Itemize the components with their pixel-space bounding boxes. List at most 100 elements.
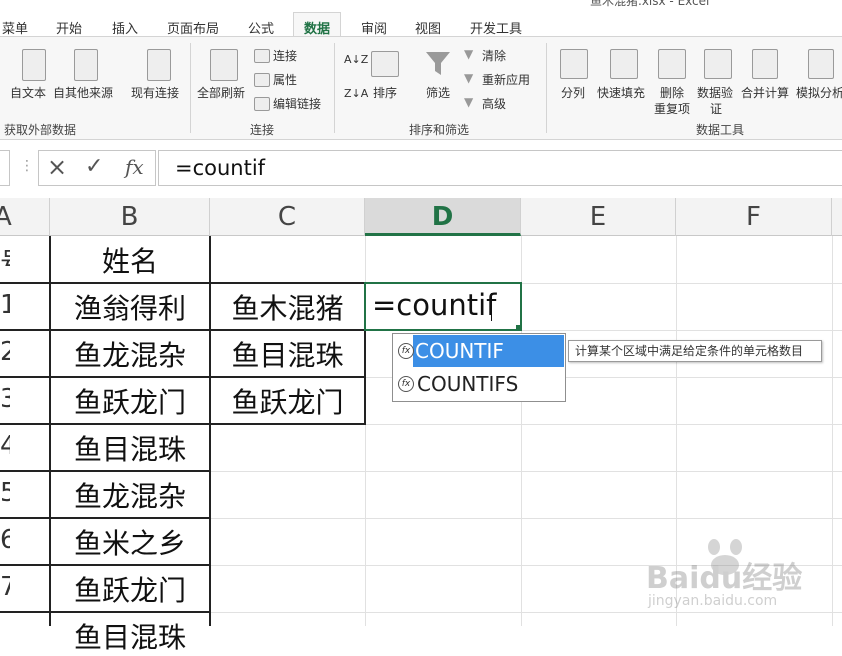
cell-a8[interactable]: 7	[0, 572, 10, 602]
cell-a5[interactable]: 4	[0, 431, 10, 461]
fill-handle[interactable]	[516, 325, 522, 331]
formula-bar: ⋮ × ✓ fx =countif	[0, 148, 842, 188]
cell-b4[interactable]: 鱼跃龙门	[50, 381, 210, 421]
clear-label: 清除	[482, 49, 507, 63]
edit-links-label: 编辑链接	[273, 97, 322, 111]
group-connections: 连接	[250, 123, 275, 137]
tab-page-layout[interactable]: 页面布局	[167, 18, 219, 37]
refresh-icon	[210, 49, 238, 81]
formula-text: =countif	[175, 156, 266, 180]
cell-b6[interactable]: 鱼龙混杂	[50, 475, 210, 515]
sort-icon	[371, 51, 399, 77]
document-icon	[22, 49, 46, 81]
active-cell-d2[interactable]: =countif	[364, 282, 522, 331]
tab-view[interactable]: 视图	[415, 18, 441, 37]
column-header-e[interactable]: E	[521, 198, 676, 236]
advanced-filter-icon: ▼	[464, 95, 474, 109]
cell-b7[interactable]: 鱼米之乡	[50, 522, 210, 562]
table-border	[0, 282, 210, 284]
function-tooltip: 计算某个区域中满足给定条件的单元格数目	[568, 340, 822, 362]
table-border	[0, 470, 210, 472]
reapply-icon: ▼	[464, 71, 474, 85]
title-bar: 鱼木混猪.xlsx - Excel	[0, 0, 842, 8]
autocomplete-item-countif[interactable]: COUNTIF	[413, 335, 564, 367]
cell-b5[interactable]: 鱼目混珠	[50, 428, 210, 468]
properties-label: 属性	[273, 73, 298, 87]
folder-document-icon	[147, 49, 171, 81]
cell-a7[interactable]: 6	[0, 525, 10, 555]
tab-review[interactable]: 审阅	[361, 18, 387, 37]
consolidate-icon	[752, 49, 778, 79]
autocomplete-item-countifs[interactable]: fx COUNTIFS	[393, 368, 565, 400]
splitter-dots-icon[interactable]: ⋮	[20, 158, 34, 174]
sort-ascending-icon: A↓Z	[344, 53, 369, 66]
cell-a6[interactable]: 5	[0, 478, 10, 508]
cell-c4[interactable]: 鱼跃龙门	[210, 381, 365, 421]
column-header-f[interactable]: F	[676, 198, 832, 236]
cell-b8[interactable]: 鱼跃龙门	[50, 569, 210, 609]
edit-links-icon	[254, 97, 270, 111]
funnel-icon	[426, 52, 450, 75]
cell-c2[interactable]: 鱼木混猪	[210, 287, 365, 327]
table-border	[0, 423, 365, 425]
connections-icon	[254, 49, 270, 63]
ribbon-separator	[190, 43, 191, 133]
text-to-columns-label: 分列	[561, 86, 586, 100]
active-cell-text: =countif	[372, 288, 497, 322]
column-header-a-label: A	[0, 202, 12, 232]
cell-c3[interactable]: 鱼目混珠	[210, 334, 365, 374]
name-box[interactable]	[0, 150, 10, 186]
function-autocomplete-list: COUNTIF fx fx COUNTIFS	[392, 333, 566, 402]
connections-label: 连接	[273, 49, 298, 63]
advanced-label: 高级	[482, 97, 507, 111]
data-validation-icon	[704, 49, 732, 79]
what-if-label: 模拟分析	[796, 86, 842, 100]
table-border	[0, 564, 210, 566]
column-header-a[interactable]: A	[0, 198, 50, 236]
sort-descending-icon: Z↓A	[344, 87, 369, 100]
sort-label: 排序	[373, 86, 398, 100]
column-header-b[interactable]: B	[50, 198, 210, 236]
column-header-c[interactable]: C	[210, 198, 365, 236]
flash-fill-label: 快速填充	[597, 86, 646, 100]
from-other-label: 自其他来源	[53, 86, 114, 100]
watermark-url: jingyan.baidu.com	[648, 593, 778, 609]
gridline	[210, 518, 842, 519]
ribbon-separator	[546, 43, 547, 133]
autocomplete-item-label: COUNTIF	[415, 339, 504, 363]
cell-a2[interactable]: 1	[0, 290, 10, 320]
function-icon: fx	[398, 376, 414, 392]
ribbon: 自文本 自其他来源 现有连接 获取外部数据 全部刷新 连接 属性 编辑链接 连接…	[0, 36, 842, 140]
cell-b1[interactable]: 姓名	[50, 240, 210, 280]
column-header-d[interactable]: D	[365, 198, 521, 236]
watermark-text: Baidu经验	[646, 561, 803, 596]
existing-connections-label: 现有连接	[131, 86, 180, 100]
tab-insert[interactable]: 插入	[112, 18, 138, 37]
text-cursor	[491, 293, 492, 321]
function-icon: fx	[398, 343, 414, 359]
remove-duplicates-label-2: 重复项	[654, 102, 691, 116]
insert-function-icon[interactable]: fx	[125, 155, 144, 179]
cell-b2[interactable]: 渔翁得利	[50, 287, 210, 327]
cell-a3[interactable]: 2	[0, 337, 10, 367]
group-data-tools: 数据工具	[696, 123, 745, 137]
reapply-label: 重新应用	[482, 73, 531, 87]
cell-b9[interactable]: 鱼目混珠	[50, 616, 210, 656]
cell-b3[interactable]: 鱼龙混杂	[50, 334, 210, 374]
tab-developer[interactable]: 开发工具	[470, 18, 522, 37]
group-get-external-data: 获取外部数据	[4, 123, 77, 137]
cancel-icon[interactable]: ×	[47, 153, 67, 181]
cell-a1[interactable]: 号	[0, 242, 10, 279]
from-text-label: 自文本	[10, 86, 47, 100]
tab-formulas[interactable]: 公式	[248, 18, 274, 37]
formula-input[interactable]: =countif	[158, 150, 842, 186]
cell-a4[interactable]: 3	[0, 384, 10, 414]
tab-home[interactable]: 开始	[56, 18, 82, 37]
window-title: 鱼木混猪.xlsx - Excel	[590, 0, 710, 8]
tab-menu[interactable]: 菜单	[2, 18, 28, 37]
enter-check-icon[interactable]: ✓	[85, 154, 103, 179]
data-validation-label-1: 数据验	[697, 86, 734, 100]
ribbon-separator	[334, 43, 335, 133]
clear-filter-icon: ▼	[464, 47, 474, 61]
table-border	[0, 329, 365, 331]
